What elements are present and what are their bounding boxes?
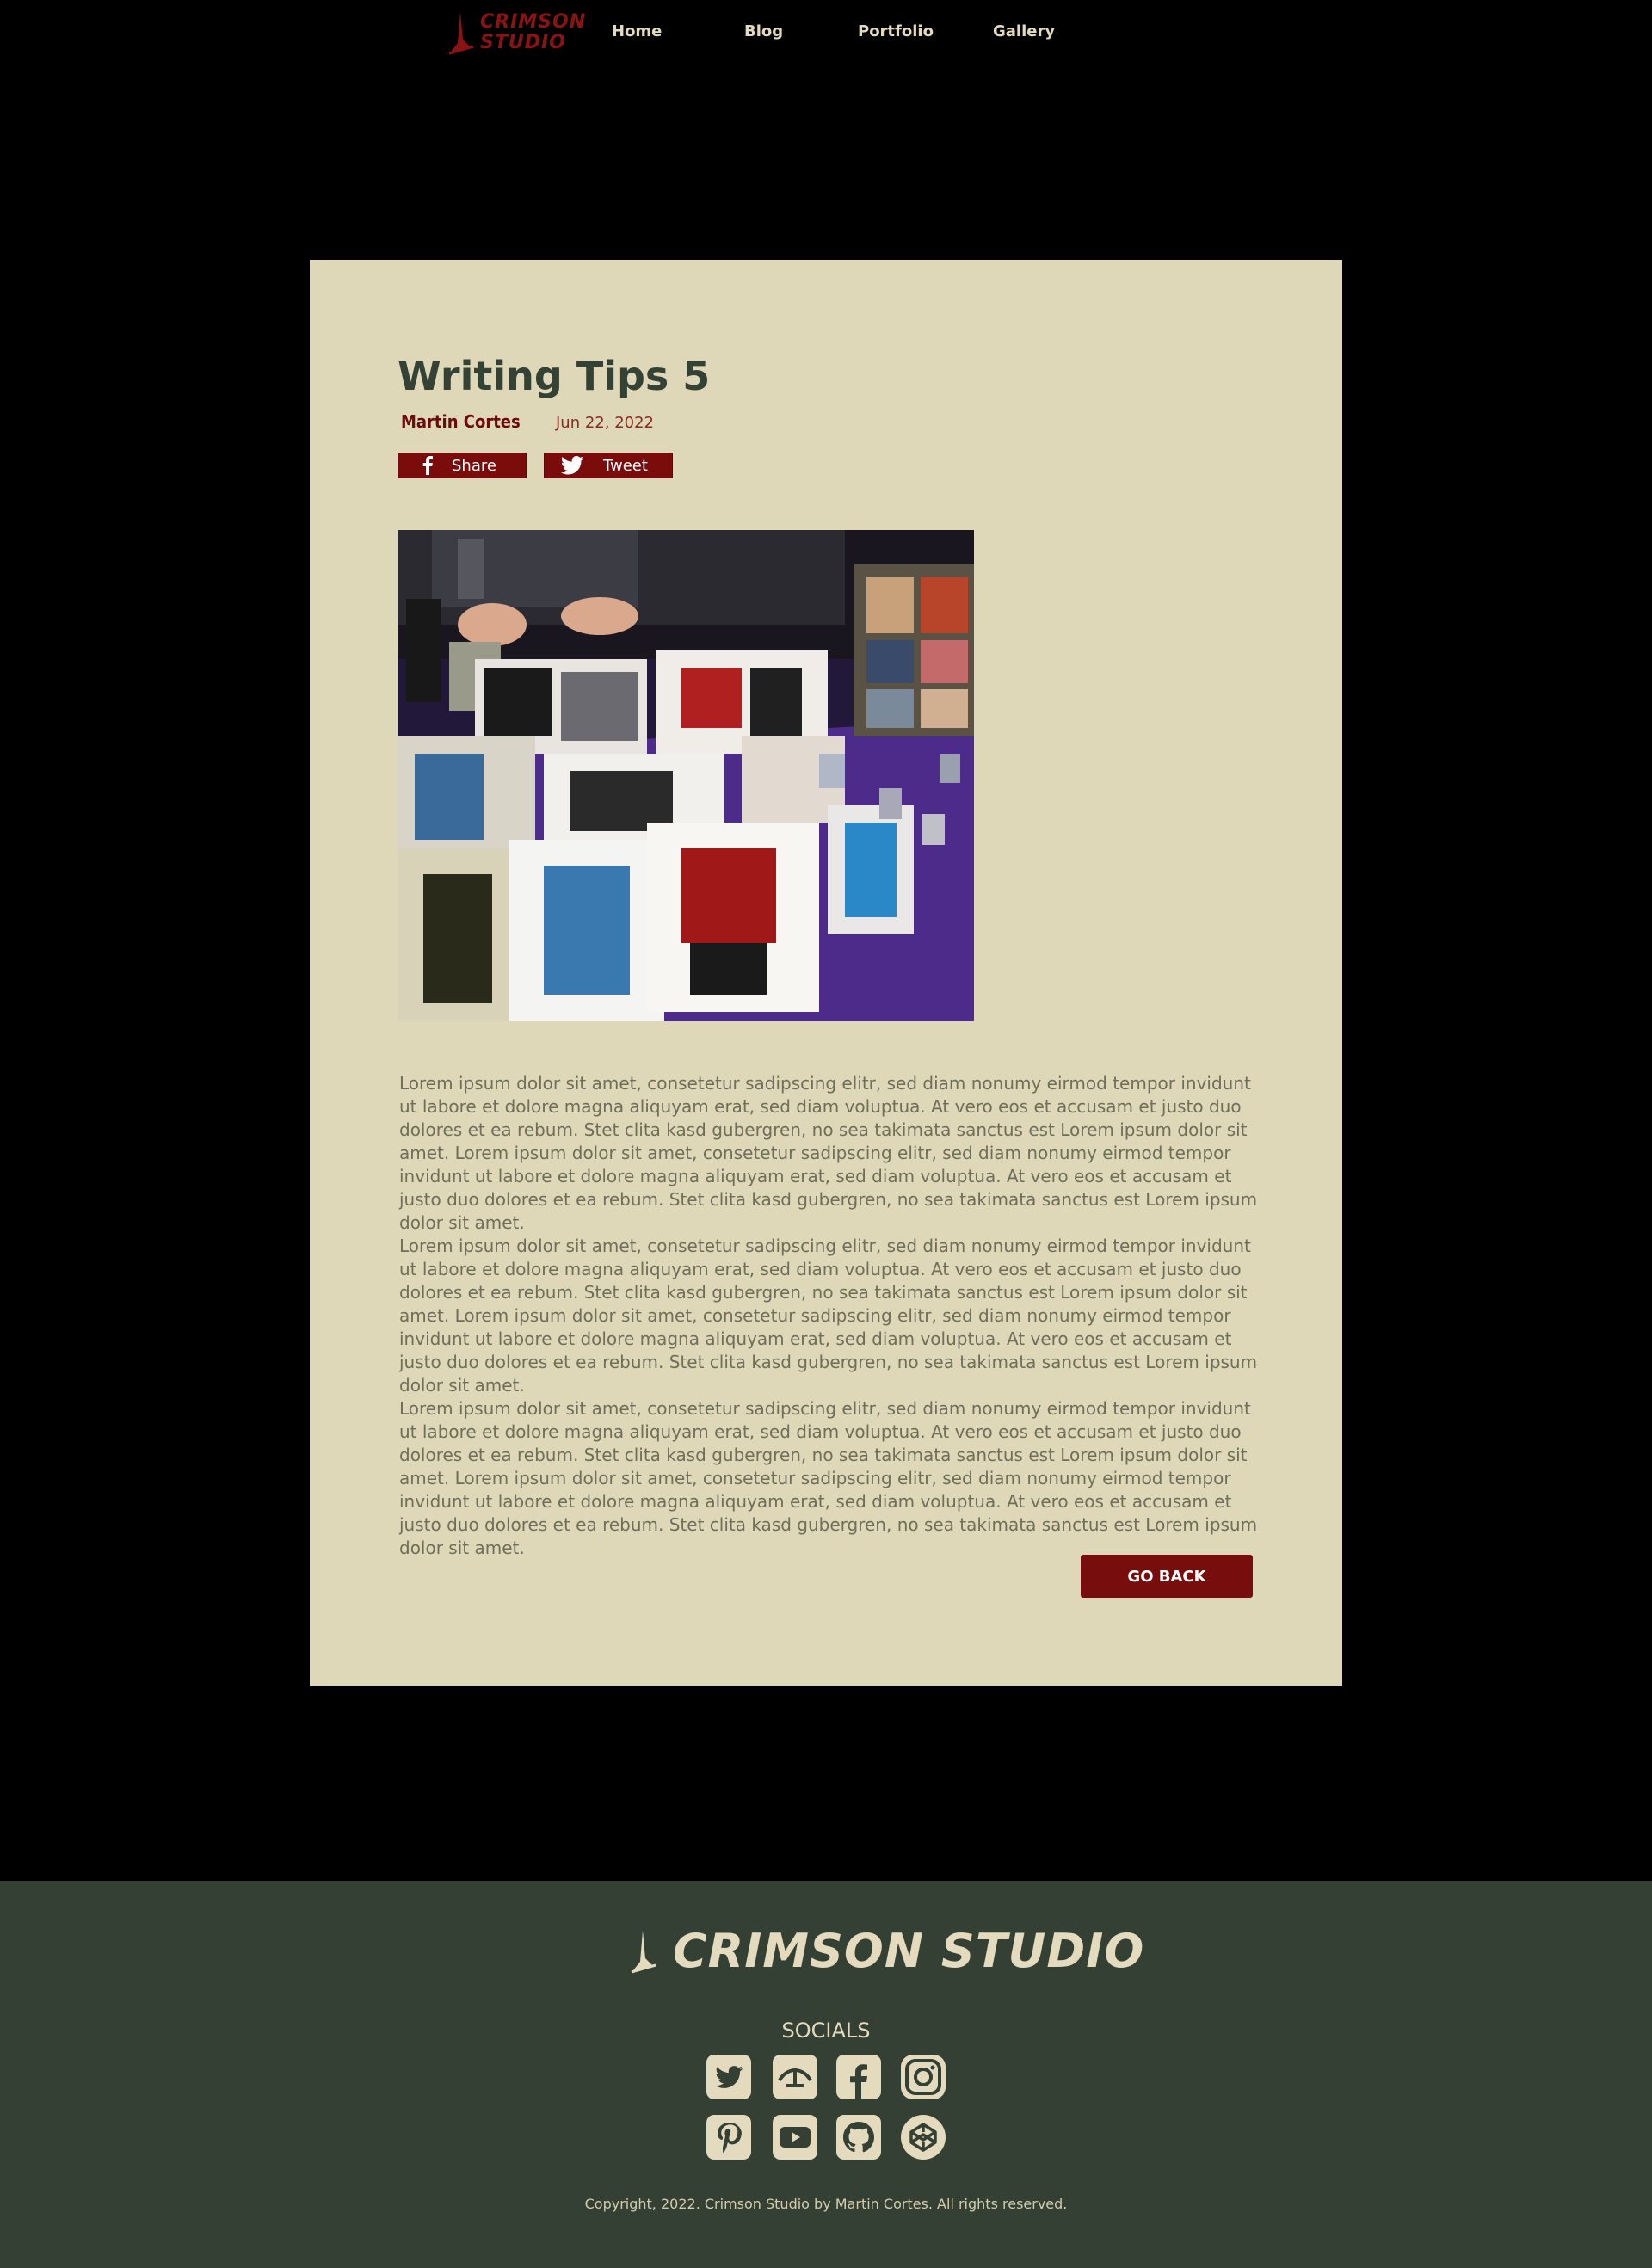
tweet-label: Tweet — [603, 456, 648, 475]
tweet-button[interactable]: Tweet — [544, 453, 673, 478]
facebook-icon — [422, 456, 433, 475]
nav-gallery[interactable]: Gallery — [993, 22, 1055, 40]
go-back-button[interactable]: GO BACK — [1081, 1555, 1253, 1598]
instagram-icon[interactable] — [901, 2055, 946, 2099]
logo-wordmark: CRIMSON STUDIO — [480, 12, 586, 53]
nav-blog[interactable]: Blog — [744, 22, 783, 40]
share-label: Share — [452, 456, 496, 475]
deviantart-icon[interactable] — [773, 2055, 817, 2099]
pen-nib-icon — [448, 12, 474, 55]
pinterest-icon[interactable] — [706, 2115, 751, 2160]
copyright-text: Copyright, 2022. Crimson Studio by Marti… — [584, 2196, 1068, 2212]
post-card: Writing Tips 5 Martin Cortes Jun 22, 202… — [310, 260, 1342, 1686]
top-nav: CRIMSON STUDIO Home Blog Portfolio Galle… — [0, 0, 1652, 67]
footer-logo[interactable]: CRIMSON STUDIO — [628, 1924, 1144, 1978]
youtube-icon[interactable] — [773, 2115, 817, 2160]
crimson-studio-logo[interactable]: CRIMSON STUDIO — [446, 9, 586, 57]
body-paragraph: Lorem ipsum dolor sit amet, consetetur s… — [399, 1073, 1258, 1233]
github-icon[interactable] — [836, 2115, 881, 2160]
nav-portfolio[interactable]: Portfolio — [858, 22, 934, 40]
post-image — [398, 530, 974, 1021]
facebook-share-button[interactable]: Share — [398, 453, 527, 478]
pen-nib-icon — [631, 1930, 656, 1973]
socials-heading: SOCIALS — [781, 2018, 871, 2043]
post-date: Jun 22, 2022 — [556, 414, 655, 432]
nav-home[interactable]: Home — [612, 22, 662, 40]
footer: CRIMSON STUDIO SOCIALS Copyright, 2022. … — [0, 1881, 1652, 2268]
codepen-icon[interactable] — [901, 2115, 946, 2160]
post-author[interactable]: Martin Cortes — [401, 411, 521, 432]
logo-line-2: STUDIO — [480, 32, 566, 53]
footer-logo-text: CRIMSON STUDIO — [673, 1924, 1145, 1978]
body-paragraph: Lorem ipsum dolor sit amet, consetetur s… — [399, 1236, 1258, 1396]
twitter-icon — [560, 456, 584, 475]
post-title: Writing Tips 5 — [398, 353, 711, 399]
twitter-icon[interactable] — [706, 2055, 751, 2099]
facebook-icon[interactable] — [836, 2055, 881, 2099]
body-paragraph: Lorem ipsum dolor sit amet, consetetur s… — [399, 1398, 1258, 1558]
logo-line-1: CRIMSON — [480, 11, 587, 33]
post-body: Lorem ipsum dolor sit amet, consetetur s… — [399, 1072, 1260, 1560]
